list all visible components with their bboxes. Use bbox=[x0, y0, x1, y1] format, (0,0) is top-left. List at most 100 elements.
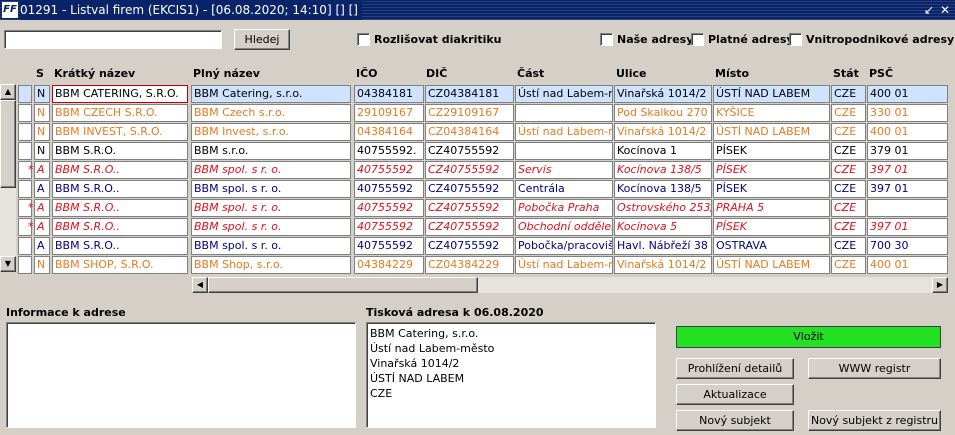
cell-ulice[interactable]: Ostrovského 253/3 bbox=[614, 199, 712, 217]
new-subject-button[interactable]: Nový subjekt bbox=[676, 410, 794, 431]
cell-s[interactable]: A bbox=[34, 180, 50, 198]
cell-psc[interactable]: 397 01 bbox=[867, 218, 948, 236]
table-row[interactable]: * A BBM S.R.O.. BBM spol. s r. o. 40755592 CZ… bbox=[0, 161, 950, 179]
detail-button[interactable]: Prohlížení detailů bbox=[676, 358, 794, 379]
cell-ulice[interactable]: Kocínova 138/5 bbox=[614, 180, 712, 198]
cell-stat[interactable]: CZE bbox=[831, 123, 866, 141]
cell-short-name[interactable]: BBM S.R.O.. bbox=[52, 161, 188, 179]
table-row[interactable]: * A BBM S.R.O.. BBM spol. s r. o. 40755592 CZ… bbox=[0, 218, 950, 236]
cell-full-name[interactable]: BBM s.r.o. bbox=[191, 142, 351, 160]
scroll-left-icon[interactable]: ◀ bbox=[192, 277, 208, 293]
cell-ico[interactable]: 40755592 bbox=[354, 161, 424, 179]
cell-misto[interactable]: PRAHA 5 bbox=[713, 199, 830, 217]
cell-misto[interactable]: PÍSEK bbox=[713, 142, 830, 160]
cell-ulice[interactable]: Pod Skalkou 270 bbox=[614, 104, 712, 122]
cell-misto[interactable]: OSTRAVA bbox=[713, 237, 830, 255]
cell-short-name[interactable]: BBM S.R.O. bbox=[52, 142, 188, 160]
cell-full-name[interactable]: BBM spol. s r. o. bbox=[191, 237, 351, 255]
close-icon[interactable]: ✕ bbox=[938, 2, 952, 18]
cell-misto[interactable]: ÚSTÍ NAD LABEM bbox=[713, 123, 830, 141]
cell-cast[interactable]: Pobočka Praha bbox=[515, 199, 613, 217]
table-row[interactable]: N BBM CZECH S.R.O. BBM Czech s.r.o. 2910916… bbox=[0, 104, 950, 122]
grid-horizontal-scrollbar[interactable]: ◀ ▶ bbox=[192, 277, 948, 293]
cell-dic[interactable]: CZ29109167 bbox=[425, 104, 514, 122]
cell-stat[interactable]: CZE bbox=[831, 104, 866, 122]
cell-full-name[interactable]: BBM spol. s r. o. bbox=[191, 218, 351, 236]
table-row[interactable]: A BBM S.R.O.. BBM spol. s r. o. 40755592 CZ4… bbox=[0, 180, 950, 198]
cell-psc[interactable] bbox=[867, 199, 948, 217]
cell-short-name[interactable]: BBM S.R.O.. bbox=[52, 237, 188, 255]
refresh-button[interactable]: Aktualizace bbox=[676, 384, 794, 405]
cell-ulice[interactable]: Kocínova 138/5 bbox=[614, 161, 712, 179]
cell-ico[interactable]: 40755592 bbox=[354, 180, 424, 198]
table-row[interactable]: N BBM CATERING, S.R.O. BBM Catering, s.r.o… bbox=[0, 85, 950, 103]
table-row[interactable]: N BBM S.R.O. BBM s.r.o. 40755592. CZ40755592… bbox=[0, 142, 950, 160]
cell-dic[interactable]: CZ04384164 bbox=[425, 123, 514, 141]
cell-misto[interactable]: KYŠICE bbox=[713, 104, 830, 122]
vnitropodnikove-checkbox[interactable] bbox=[789, 33, 802, 46]
cell-dic[interactable]: CZ40755592 bbox=[425, 199, 514, 217]
cell-ico[interactable]: 04384164 bbox=[354, 123, 424, 141]
cell-ulice[interactable]: Havl. Nábřeží 38 bbox=[614, 237, 712, 255]
cell-short-name[interactable]: BBM S.R.O.. bbox=[52, 218, 188, 236]
cell-full-name[interactable]: BBM Shop, s.r.o. bbox=[191, 256, 351, 274]
cell-cast[interactable]: Ústí nad Labem-město bbox=[515, 123, 613, 141]
cell-stat[interactable]: CZE bbox=[831, 142, 866, 160]
cell-misto[interactable]: ÚSTÍ NAD LABEM bbox=[713, 85, 830, 103]
cell-cast[interactable] bbox=[515, 104, 613, 122]
cell-psc[interactable]: 700 30 bbox=[867, 237, 948, 255]
cell-stat[interactable]: CZE bbox=[831, 161, 866, 179]
cell-ico[interactable]: 40755592 bbox=[354, 199, 424, 217]
cell-misto[interactable]: PÍSEK bbox=[713, 218, 830, 236]
cell-full-name[interactable]: BBM spol. s r. o. bbox=[191, 161, 351, 179]
cell-dic[interactable]: CZ40755592 bbox=[425, 218, 514, 236]
cell-misto[interactable]: PÍSEK bbox=[713, 161, 830, 179]
cell-s[interactable]: N bbox=[34, 123, 50, 141]
cell-full-name[interactable]: BBM Catering, s.r.o. bbox=[191, 85, 351, 103]
cell-psc[interactable]: 400 01 bbox=[867, 85, 948, 103]
cell-psc[interactable]: 397 01 bbox=[867, 161, 948, 179]
cell-ulice[interactable]: Vinařská 1014/2 bbox=[614, 256, 712, 274]
cell-short-name[interactable]: BBM CATERING, S.R.O. bbox=[52, 85, 188, 103]
cell-cast[interactable]: Ústí nad Labem-město bbox=[515, 85, 613, 103]
cell-ulice[interactable]: Vinařská 1014/2 bbox=[614, 85, 712, 103]
cell-ico[interactable]: 40755592 bbox=[354, 218, 424, 236]
cell-short-name[interactable]: BBM CZECH S.R.O. bbox=[52, 104, 188, 122]
cell-psc[interactable]: 400 01 bbox=[867, 123, 948, 141]
minimize-icon[interactable]: ↙ bbox=[922, 2, 936, 18]
cell-dic[interactable]: CZ40755592 bbox=[425, 142, 514, 160]
cell-psc[interactable]: 330 01 bbox=[867, 104, 948, 122]
table-row[interactable]: A BBM S.R.O.. BBM spol. s r. o. 40755592 CZ4… bbox=[0, 237, 950, 255]
cell-psc[interactable]: 379 01 bbox=[867, 142, 948, 160]
cell-s[interactable]: A bbox=[34, 161, 50, 179]
cell-cast[interactable]: Pobočka/pracoviště bbox=[515, 237, 613, 255]
cell-dic[interactable]: CZ40755592 bbox=[425, 237, 514, 255]
search-button[interactable]: Hledej bbox=[234, 29, 290, 50]
cell-s[interactable]: N bbox=[34, 256, 50, 274]
cell-s[interactable]: N bbox=[34, 142, 50, 160]
cell-cast[interactable]: Obchodní oddělení bbox=[515, 218, 613, 236]
cell-short-name[interactable]: BBM S.R.O.. bbox=[52, 180, 188, 198]
cell-s[interactable]: A bbox=[34, 237, 50, 255]
info-textarea[interactable] bbox=[6, 322, 356, 428]
cell-dic[interactable]: CZ40755592 bbox=[425, 180, 514, 198]
insert-button[interactable]: Vložit bbox=[676, 326, 941, 348]
cell-misto[interactable]: PÍSEK bbox=[713, 180, 830, 198]
cell-dic[interactable]: CZ04384181 bbox=[425, 85, 514, 103]
cell-full-name[interactable]: BBM spol. s r. o. bbox=[191, 180, 351, 198]
cell-dic[interactable]: CZ04384229 bbox=[425, 256, 514, 274]
platne-adresy-checkbox[interactable] bbox=[691, 33, 704, 46]
cell-short-name[interactable]: BBM SHOP, S.R.O. bbox=[52, 256, 188, 274]
cell-stat[interactable]: CZE bbox=[831, 199, 866, 217]
cell-ulice[interactable]: Vinařská 1014/2 bbox=[614, 123, 712, 141]
diacritics-checkbox[interactable] bbox=[357, 33, 370, 46]
cell-stat[interactable]: CZE bbox=[831, 180, 866, 198]
print-address-textarea[interactable]: BBM Catering, s.r.o. Ústí nad Labem-měst… bbox=[366, 322, 656, 428]
cell-s[interactable]: N bbox=[34, 85, 50, 103]
scroll-thumb-horizontal[interactable] bbox=[208, 277, 478, 293]
table-row[interactable]: N BBM SHOP, S.R.O. BBM Shop, s.r.o. 0438422… bbox=[0, 256, 950, 274]
cell-psc[interactable]: 397 01 bbox=[867, 180, 948, 198]
cell-ico[interactable]: 40755592 bbox=[354, 237, 424, 255]
cell-cast[interactable]: Centrála bbox=[515, 180, 613, 198]
cell-ico[interactable]: 04384181 bbox=[354, 85, 424, 103]
